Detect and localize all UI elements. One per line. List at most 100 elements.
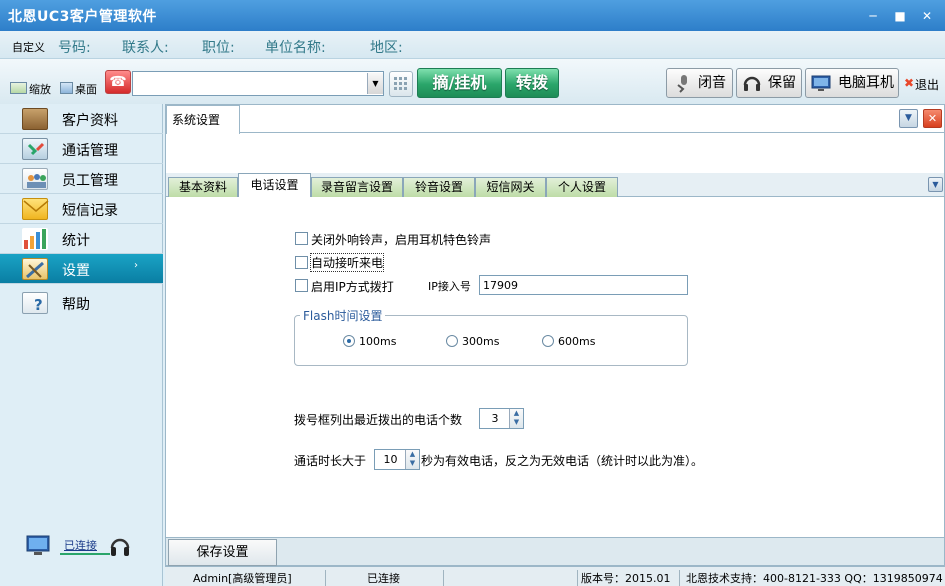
spinner-arrows-icon[interactable]: ▲ ▼ [509,409,523,428]
valid-call-suffix: 秒为有效电话，反之为无效电话（统计时以此为准）。 [421,454,704,468]
staff-icon [22,168,48,190]
subtab-menu-icon[interactable]: ▼ [928,177,943,192]
close-ringer-checkbox[interactable] [295,232,308,245]
ip-access-input[interactable]: 17909 [479,275,688,295]
transfer-button[interactable]: 转拨 [505,68,559,98]
phone-icon[interactable]: ☎ [105,70,131,94]
sidebar-item-calls[interactable]: 通话管理 [0,134,163,164]
pickup-hangup-button[interactable]: 摘/挂机 [417,68,502,98]
microphone-icon [673,73,693,93]
zoom-label[interactable]: 缩放 [29,81,51,97]
status-separator [679,570,680,586]
help-icon: ? [22,292,48,314]
recent-calls-label: 拨号框列出最近拨出的电话个数 [294,413,463,427]
contact-info-bar: 自定义 号码: 联系人: 职位: 单位名称: 地区: [0,31,945,59]
ip-dial-checkbox[interactable] [295,279,308,292]
phone-history-dropdown-icon[interactable]: ▼ [367,73,383,94]
maximize-icon[interactable]: ■ [891,7,909,25]
settings-icon [22,258,48,280]
recent-calls-value[interactable]: 3 [480,409,510,428]
sidebar-item-label: 通话管理 [62,143,118,159]
status-version: 版本号：2015.01 [581,572,671,585]
sidebar-item-help[interactable]: ? 帮助 [0,288,163,318]
auto-answer-checkbox[interactable] [295,256,308,269]
number-label: 号码: [58,40,91,56]
save-settings-button[interactable]: 保存设置 [168,539,277,566]
chevron-right-icon: › [134,260,138,271]
subtab-phone-settings[interactable]: 电话设置 [238,173,311,197]
sidebar-item-sms[interactable]: 短信记录 [0,194,163,224]
status-separator [443,570,444,586]
title-bar: 北恩UC3客户管理软件 ─ ■ ✕ [0,0,945,31]
connection-status: 已连接 [64,539,97,552]
sidebar-item-statistics[interactable]: 统计 [0,224,163,254]
sidebar-item-label: 帮助 [62,297,90,313]
pc-headset-label: 电脑耳机 [838,75,894,91]
desktop-icon[interactable] [60,82,73,94]
flash-300ms-radio[interactable] [446,335,458,347]
tab-system-settings[interactable]: 系统设置 [166,105,240,134]
tab-menu-icon[interactable]: ▼ [899,109,918,128]
mute-button[interactable]: 闭音 [666,68,733,98]
valid-call-prefix: 通话时长大于 [294,454,367,468]
position-label: 职位: [202,40,235,56]
hold-button[interactable]: 保留 [736,68,802,98]
subtab-recording-settings[interactable]: 录音留言设置 [311,177,403,197]
valid-call-value[interactable]: 10 [375,450,406,469]
ip-dial-label[interactable]: 启用IP方式拨打 [311,278,394,295]
phone-number-input[interactable] [132,71,384,96]
svg-text:?: ? [34,296,43,314]
status-connection: 已连接 [367,572,400,585]
status-user: Admin[高级管理员] [193,572,292,585]
close-ringer-label[interactable]: 关闭外响铃声，启用耳机特色铃声 [311,231,491,248]
subtab-sms-gateway[interactable]: 短信网关 [475,177,546,197]
bottom-action-bar: 保存设置 [166,537,944,566]
close-icon[interactable]: ✕ [918,7,936,25]
status-separator [325,570,326,586]
flash-600ms-radio[interactable] [542,335,554,347]
company-label: 单位名称: [265,40,326,56]
exit-label[interactable]: 退出 [915,76,939,93]
zoom-icon[interactable] [10,82,27,94]
recent-calls-spinner[interactable]: 3 ▲ ▼ [479,408,524,429]
custom-label[interactable]: 自定义 [12,39,45,55]
headphones-icon [742,73,762,93]
sidebar-item-label: 统计 [62,233,90,249]
auto-answer-label[interactable]: 自动接听来电 [309,253,385,272]
call-icon [22,138,48,160]
ip-access-label: IP接入号 [428,280,471,293]
keypad-button[interactable] [389,71,413,97]
status-support: 北恩技术支持：400-8121-333 QQ：1319850974 [686,572,943,585]
hold-label: 保留 [768,75,796,91]
desktop-label[interactable]: 桌面 [75,81,97,97]
sidebar-item-customers[interactable]: 客户资料 [0,104,163,134]
sidebar-item-label: 员工管理 [62,173,118,189]
top-tab-strip [166,105,944,133]
flash-100ms-label[interactable]: 100ms [359,335,396,348]
valid-call-spinner[interactable]: 10 ▲ ▼ [374,449,420,470]
settings-subtab-bar: 基本资料 电话设置 录音留言设置 铃音设置 短信网关 个人设置 ▼ [166,173,944,197]
sms-icon [22,198,49,220]
flash-100ms-radio[interactable] [343,335,355,347]
sidebar-item-label: 设置 [62,263,90,279]
exit-icon[interactable]: ✖ [904,76,914,90]
minimize-icon[interactable]: ─ [864,7,882,25]
tab-close-icon[interactable]: ✕ [923,109,942,128]
flash-group-title: Flash时间设置 [300,307,386,324]
subtab-ringtone-settings[interactable]: 铃音设置 [403,177,475,197]
status-separator [577,570,578,586]
subtab-personal-settings[interactable]: 个人设置 [546,177,618,197]
customer-icon [22,108,48,130]
subtab-basic-info[interactable]: 基本资料 [168,177,238,197]
sidebar-item-settings[interactable]: 设置 › [0,254,163,284]
sidebar-item-staff[interactable]: 员工管理 [0,164,163,194]
region-label: 地区: [370,40,403,56]
flash-300ms-label[interactable]: 300ms [462,335,499,348]
main-panel: 系统设置 ▼ ✕ 基本资料 电话设置 录音留言设置 铃音设置 短信网关 个人设置… [165,104,945,566]
flash-600ms-label[interactable]: 600ms [558,335,595,348]
connection-computer-icon [24,534,54,558]
connection-headset-icon [108,534,132,560]
pc-headset-button[interactable]: 电脑耳机 [805,68,899,98]
spinner-arrows-icon[interactable]: ▲ ▼ [405,450,419,469]
app-title: 北恩UC3客户管理软件 [8,9,157,25]
